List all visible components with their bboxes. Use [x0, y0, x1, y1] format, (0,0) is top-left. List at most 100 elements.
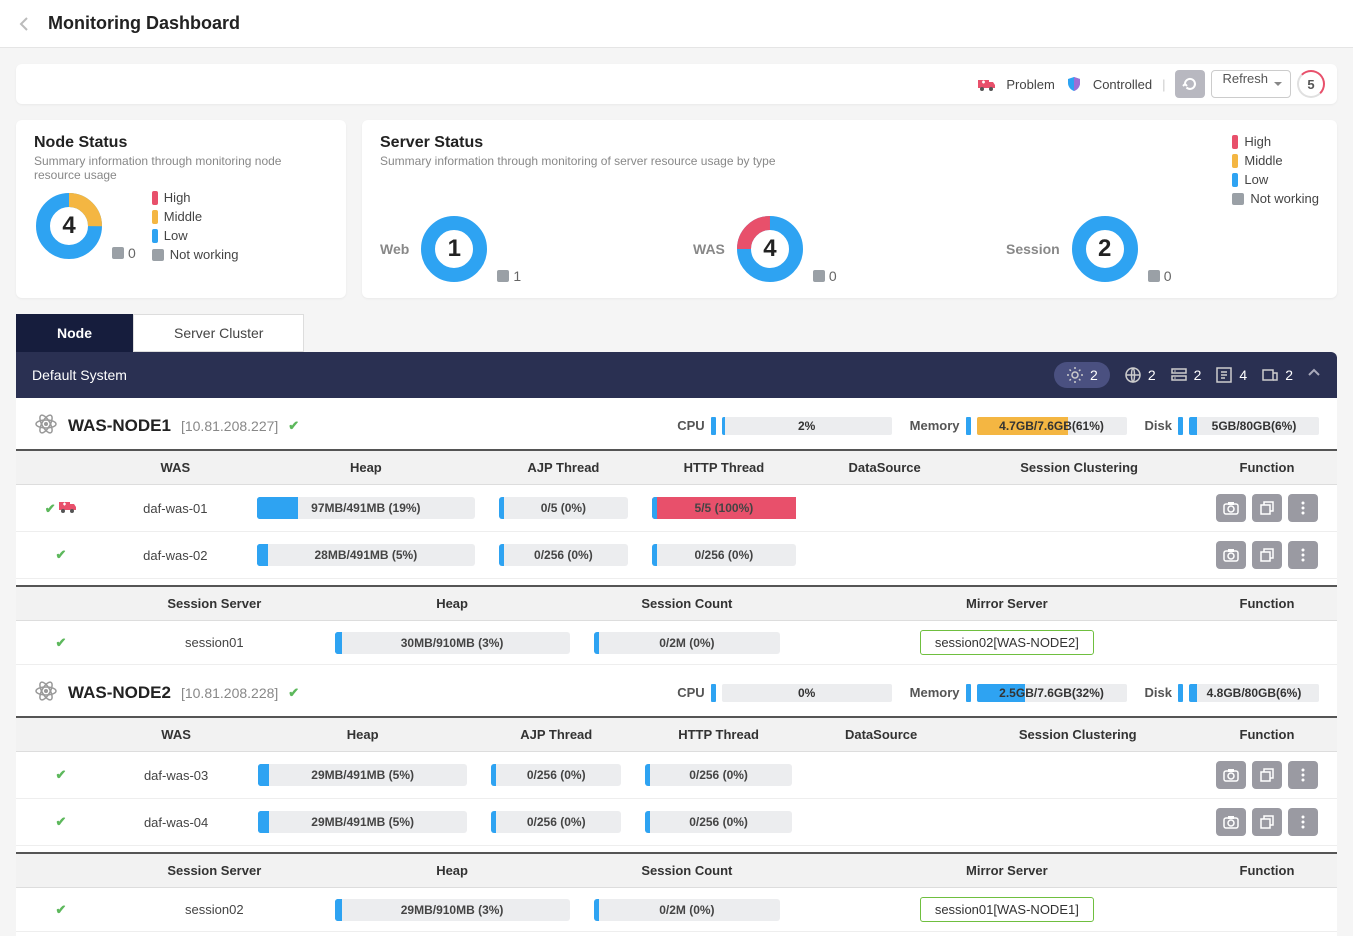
node-sub-count: 0	[128, 245, 136, 261]
node-status-donut: 4	[34, 191, 104, 261]
ambulance-icon	[59, 501, 77, 516]
refresh-countdown: 5	[1297, 70, 1325, 98]
window-button[interactable]	[1252, 761, 1282, 789]
progress-bar: 0/256 (0%)	[491, 764, 621, 786]
progress-bar: 97MB/491MB (19%)	[257, 497, 475, 519]
check-icon: ✔	[56, 767, 67, 782]
table-row: ✔ daf-was-02 28MB/491MB (5%) 0/256 (0%) 0/…	[16, 532, 1337, 579]
separator: |	[1162, 77, 1165, 92]
more-button[interactable]	[1288, 494, 1318, 522]
more-button[interactable]	[1288, 541, 1318, 569]
refresh-select[interactable]: Refresh	[1211, 70, 1291, 98]
atom-icon	[34, 412, 58, 439]
server-item-was: WAS 4 0	[693, 214, 1006, 284]
progress-bar: 0/5 (0%)	[499, 497, 628, 519]
snapshot-button[interactable]	[1216, 494, 1246, 522]
system-bar: Default System 22242	[16, 352, 1337, 398]
progress-bar: 0/256 (0%)	[491, 811, 621, 833]
more-button[interactable]	[1288, 761, 1318, 789]
server-item-web: Web 1 1	[380, 214, 693, 284]
back-button[interactable]	[12, 12, 36, 36]
system-stat-4[interactable]: 2	[1261, 366, 1293, 384]
problem-label: Problem	[1006, 77, 1054, 92]
server-donut: 2	[1070, 214, 1140, 284]
window-button[interactable]	[1252, 541, 1282, 569]
page-title: Monitoring Dashboard	[48, 13, 240, 34]
node-header: WAS-NODE1 [10.81.208.227] ✔ CPU2% Memory…	[16, 398, 1337, 449]
legend: High Middle Low Not working	[1232, 134, 1319, 206]
system-stat-1[interactable]: 2	[1124, 366, 1156, 384]
server-donut: 1	[419, 214, 489, 284]
card-title: Node Status	[34, 134, 328, 152]
system-stat-3[interactable]: 4	[1215, 366, 1247, 384]
toolbar: Problem Controlled | Refresh 5	[16, 64, 1337, 104]
table-row: ✔ daf-was-04 29MB/491MB (5%) 0/256 (0%) 0/…	[16, 799, 1337, 846]
check-icon: ✔	[56, 547, 67, 562]
system-stat-0[interactable]: 2	[1054, 362, 1110, 388]
check-icon: ✔	[56, 814, 67, 829]
system-name: Default System	[32, 367, 127, 383]
mirror-server-tag: session02[WAS-NODE2]	[920, 630, 1094, 655]
snapshot-button[interactable]	[1216, 761, 1246, 789]
node-ip: [10.81.208.227]	[181, 418, 278, 434]
progress-bar: 29MB/910MB (3%)	[335, 899, 570, 921]
collapse-button[interactable]	[1307, 366, 1321, 385]
server-label: WAS	[693, 241, 725, 257]
check-icon: ✔	[288, 418, 299, 434]
atom-icon	[34, 679, 58, 706]
donut-value: 4	[34, 191, 104, 261]
session-table: Session ServerHeapSession CountMirror Se…	[16, 852, 1337, 932]
was-name: daf-was-04	[106, 799, 246, 846]
server-donut: 4	[735, 214, 805, 284]
system-stat-2[interactable]: 2	[1170, 366, 1202, 384]
mirror-server-tag: session01[WAS-NODE1]	[920, 897, 1094, 922]
node-status-card: Node Status Summary information through …	[16, 120, 346, 298]
progress-bar: 5/5 (100%)	[652, 497, 796, 519]
table-row: ✔ session02 29MB/910MB (3%) 0/2M (0%) ses…	[16, 888, 1337, 932]
window-button[interactable]	[1252, 494, 1282, 522]
was-table: WASHeapAJP ThreadHTTP ThreadDataSourceSe…	[16, 449, 1337, 579]
server-label: Session	[1006, 241, 1060, 257]
server-status-card: Server Status Summary information throug…	[362, 120, 1337, 298]
snapshot-button[interactable]	[1216, 808, 1246, 836]
progress-bar: 0/2M (0%)	[594, 632, 781, 654]
tab-node[interactable]: Node	[16, 314, 133, 352]
progress-bar: 0/256 (0%)	[652, 544, 796, 566]
card-subtitle: Summary information through monitoring o…	[380, 154, 776, 168]
progress-bar: 0/256 (0%)	[499, 544, 628, 566]
card-subtitle: Summary information through monitoring n…	[34, 154, 328, 182]
progress-bar: 0/256 (0%)	[645, 764, 791, 786]
server-item-session: Session 2 0	[1006, 214, 1319, 284]
progress-bar: 0/256 (0%)	[645, 811, 791, 833]
tab-server-cluster[interactable]: Server Cluster	[133, 314, 304, 352]
table-row: ✔ session01 30MB/910MB (3%) 0/2M (0%) ses…	[16, 621, 1337, 665]
snapshot-button[interactable]	[1216, 541, 1246, 569]
was-name: daf-was-03	[106, 752, 246, 799]
session-name: session01	[106, 621, 323, 665]
node-name: WAS-NODE1	[68, 416, 171, 436]
window-button[interactable]	[1252, 808, 1282, 836]
more-button[interactable]	[1288, 808, 1318, 836]
check-icon: ✔	[45, 501, 56, 516]
topbar: Monitoring Dashboard	[0, 0, 1353, 48]
refresh-button[interactable]	[1175, 70, 1205, 98]
session-table: Session ServerHeapSession CountMirror Se…	[16, 585, 1337, 665]
server-label: Web	[380, 241, 409, 257]
was-name: daf-was-02	[106, 532, 245, 579]
session-name: session02	[106, 888, 323, 932]
controlled-label: Controlled	[1093, 77, 1152, 92]
node-header: WAS-NODE2 [10.81.208.228] ✔ CPU0% Memory…	[16, 665, 1337, 716]
node-name: WAS-NODE2	[68, 683, 171, 703]
table-row: ✔ daf-was-03 29MB/491MB (5%)0/256 (0%)0/…	[16, 752, 1337, 799]
check-icon: ✔	[56, 635, 67, 650]
progress-bar: 0/2M (0%)	[594, 899, 781, 921]
progress-bar: 28MB/491MB (5%)	[257, 544, 475, 566]
check-icon: ✔	[56, 902, 67, 917]
shield-icon	[1065, 75, 1083, 93]
was-table: WASHeapAJP ThreadHTTP ThreadDataSourceSe…	[16, 716, 1337, 846]
was-name: daf-was-01	[106, 485, 245, 532]
ambulance-icon	[978, 75, 996, 93]
progress-bar: 29MB/491MB (5%)	[258, 811, 467, 833]
progress-bar: 30MB/910MB (3%)	[335, 632, 570, 654]
legend: High Middle Low Not working	[152, 190, 239, 262]
